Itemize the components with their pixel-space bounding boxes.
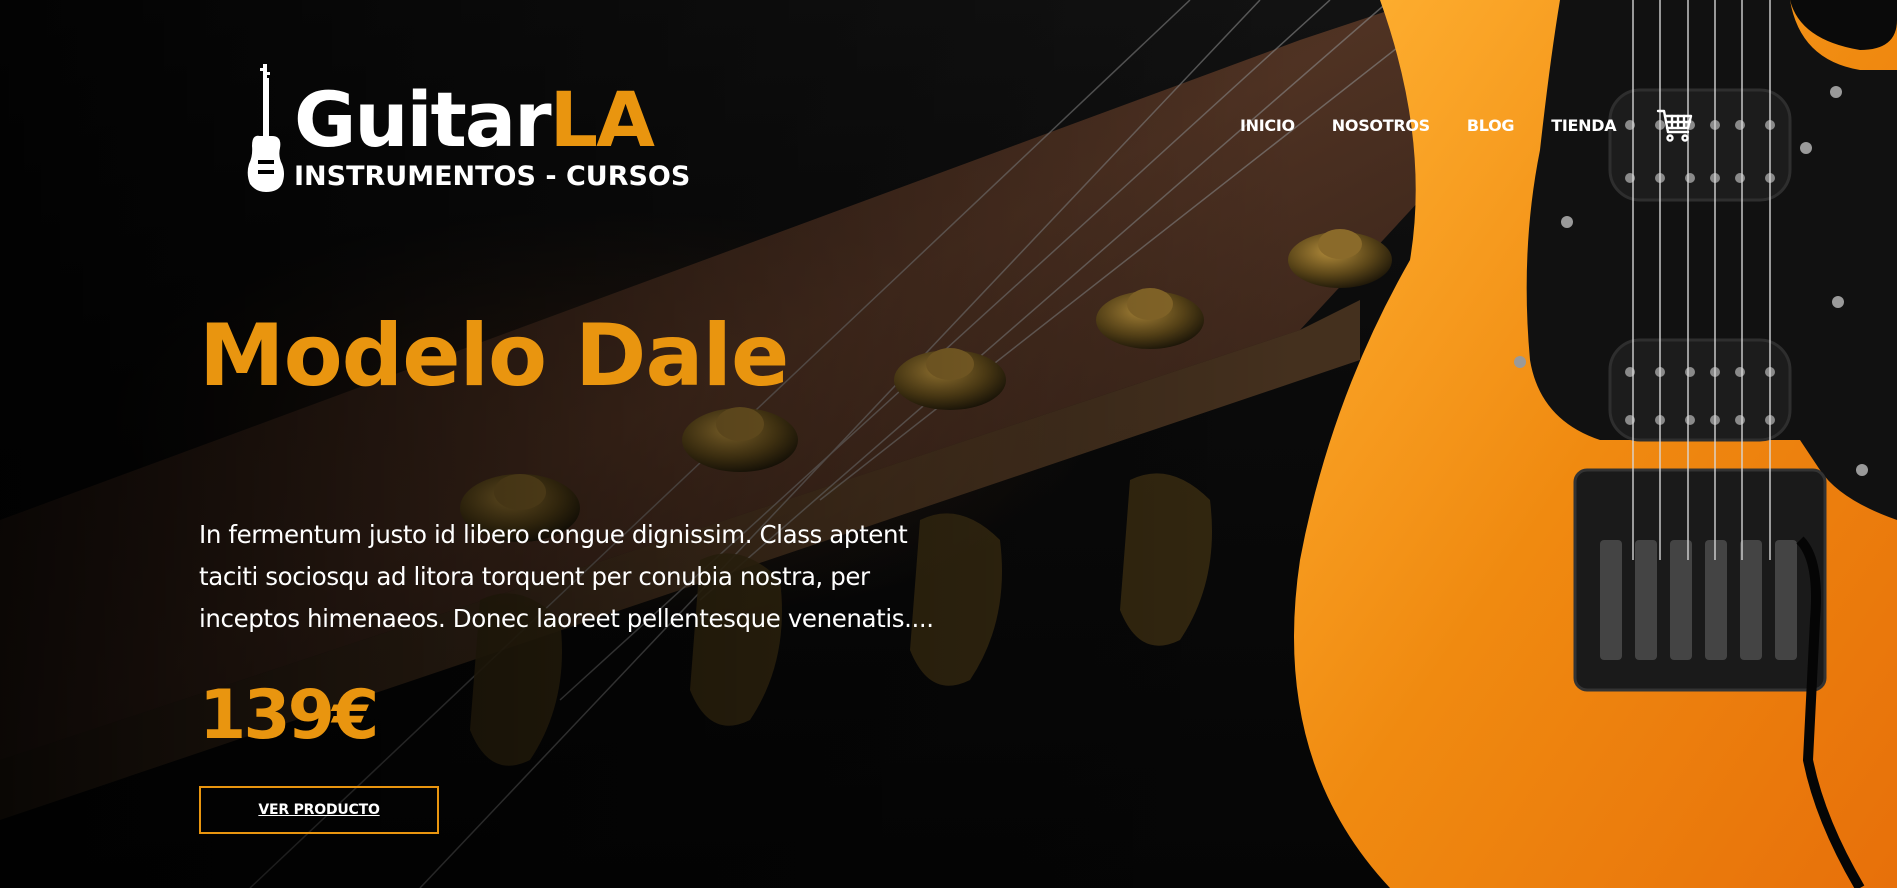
nav-item-nosotros[interactable]: NOSOTROS	[1332, 116, 1430, 135]
nav-item-blog[interactable]: BLOG	[1467, 116, 1515, 135]
nav-item-tienda[interactable]: TIENDA	[1551, 116, 1616, 135]
cart-icon[interactable]	[1656, 108, 1694, 144]
main-navigation: INICIO NOSOTROS BLOG TIENDA	[1240, 112, 1654, 138]
logo-wordmark: GuitarLA	[294, 82, 655, 158]
site-logo[interactable]: GuitarLA INSTRUMENTOS - CURSOS	[246, 62, 690, 194]
product-description: In fermentum justo id libero congue dign…	[199, 520, 934, 633]
guitar-icon	[247, 64, 284, 192]
product-price: 139€	[199, 676, 379, 755]
hero-section: GuitarLA INSTRUMENTOS - CURSOS INICIO NO…	[0, 0, 1897, 888]
view-product-button[interactable]: VER PRODUCTO	[199, 786, 439, 834]
logo-tagline: INSTRUMENTOS - CURSOS	[294, 161, 691, 192]
product-title: Modelo Dale	[199, 306, 789, 406]
nav-item-inicio[interactable]: INICIO	[1240, 116, 1295, 135]
logo-name-accent: LA	[549, 75, 655, 164]
logo-name-primary: Guitar	[294, 75, 552, 164]
